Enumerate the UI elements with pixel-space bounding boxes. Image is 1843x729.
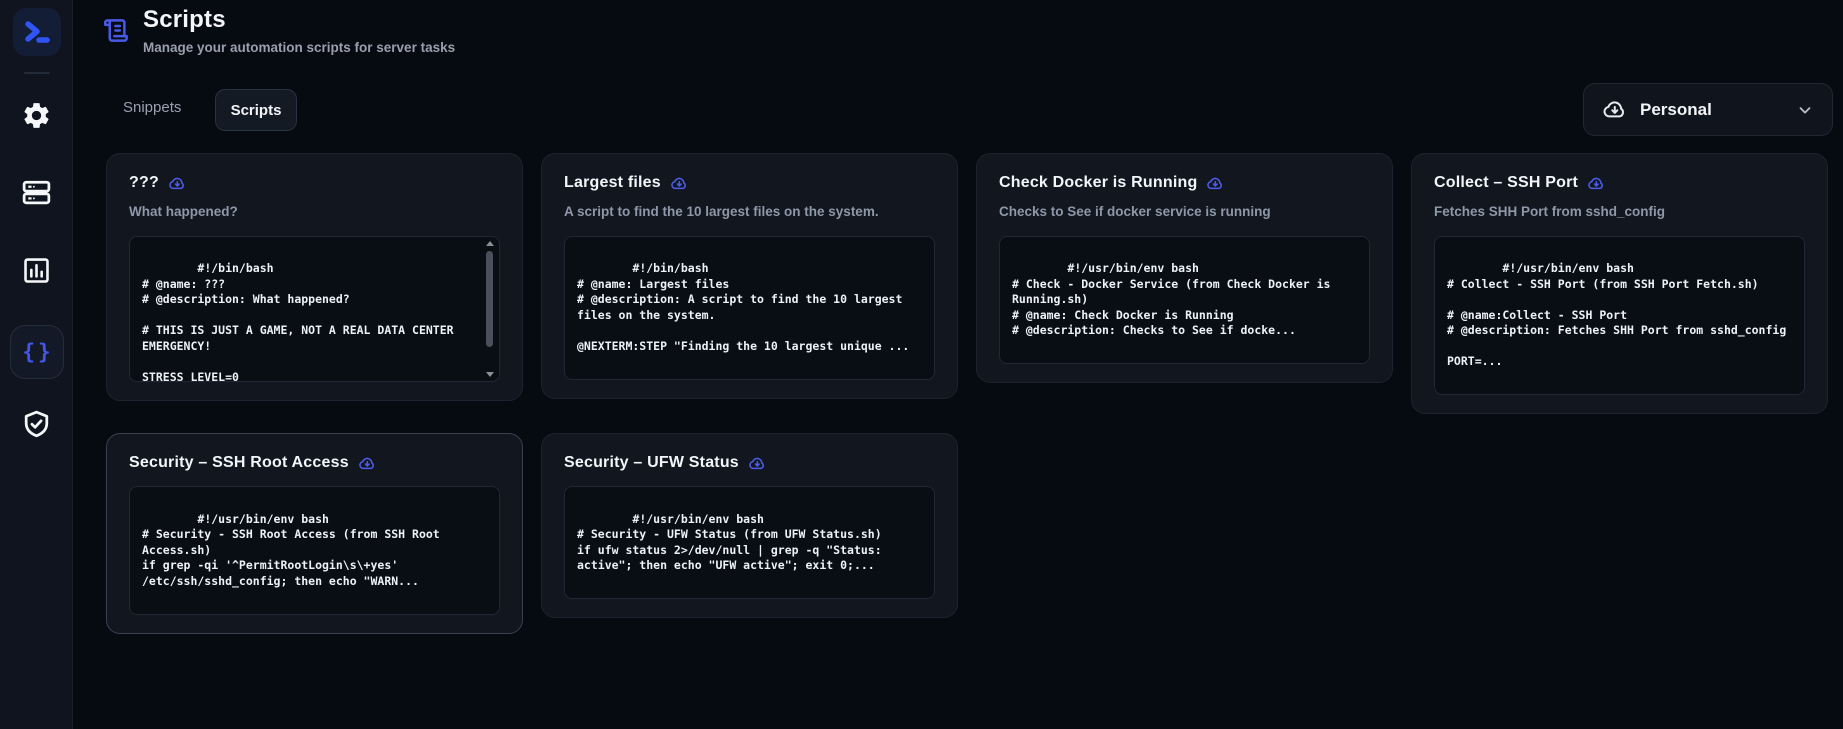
script-card-grid: ??? What happened? #!/bin/bash # @name: … (106, 153, 1828, 634)
sidebar-item-monitoring[interactable] (0, 255, 73, 286)
script-code-preview: #!/usr/bin/env bash # Security - SSH Roo… (129, 486, 500, 615)
code-scrollbar[interactable] (484, 239, 496, 379)
sidebar-item-snippets-active[interactable]: {} (0, 325, 73, 379)
cloud-sync-icon (670, 176, 689, 191)
script-card-title: Security – UFW Status (564, 454, 739, 472)
script-code-text: #!/usr/bin/env bash # Security - UFW Sta… (577, 512, 889, 573)
main-content: Scripts Manage your automation scripts f… (73, 0, 1843, 729)
script-card-title: Collect – SSH Port (1434, 174, 1578, 192)
sidebar-item-security[interactable] (0, 408, 73, 441)
app-logo[interactable] (0, 8, 73, 56)
scrollbar-thumb[interactable] (486, 251, 493, 347)
script-code-preview: #!/bin/bash # @name: ??? # @description:… (129, 236, 500, 382)
sidebar-divider (24, 72, 50, 74)
script-code-preview: #!/usr/bin/env bash # Security - UFW Sta… (564, 486, 935, 599)
script-card[interactable]: Check Docker is Running Checks to See if… (976, 153, 1393, 383)
script-card-title: Check Docker is Running (999, 174, 1197, 192)
page-title: Scripts (143, 6, 226, 34)
terminal-logo-icon (13, 8, 61, 56)
script-code-preview: #!/bin/bash # @name: Largest files # @de… (564, 236, 935, 380)
cloud-sync-icon (168, 176, 187, 191)
sidebar-item-servers[interactable] (0, 176, 73, 209)
script-card-description: Fetches SHH Port from sshd_config (1434, 202, 1769, 222)
script-card-title: Security – SSH Root Access (129, 454, 349, 472)
script-card[interactable]: Security – UFW Status #!/usr/bin/env bas… (541, 433, 958, 618)
sidebar-item-settings[interactable] (0, 100, 73, 131)
script-code-text: #!/usr/bin/env bash # Check - Docker Ser… (1012, 261, 1337, 337)
script-code-preview: #!/usr/bin/env bash # Check - Docker Ser… (999, 236, 1370, 365)
cloud-sync-icon (1206, 176, 1225, 191)
script-card-description: What happened? (129, 202, 464, 222)
script-card[interactable]: Collect – SSH Port Fetches SHH Port from… (1411, 153, 1828, 414)
script-code-text: #!/bin/bash # @name: Largest files # @de… (577, 261, 909, 353)
cloud-sync-icon (358, 456, 377, 471)
script-code-text: #!/bin/bash # @name: ??? # @description:… (142, 261, 461, 382)
chevron-down-icon (1796, 101, 1814, 119)
script-card-title: Largest files (564, 174, 661, 192)
sidebar: {} (0, 0, 73, 729)
scrollbar-down-arrow[interactable] (486, 372, 494, 377)
script-code-text: #!/usr/bin/env bash # Collect - SSH Port… (1447, 261, 1786, 368)
gear-icon (21, 100, 52, 131)
script-card-description: Checks to See if docker service is runni… (999, 202, 1334, 222)
scroll-text-icon (103, 17, 130, 44)
cloud-sync-icon (748, 456, 767, 471)
script-card[interactable]: Security – SSH Root Access #!/usr/bin/en… (106, 433, 523, 634)
server-stack-icon (20, 176, 53, 209)
scope-label: Personal (1640, 100, 1796, 120)
bar-chart-icon (21, 255, 52, 286)
script-card[interactable]: Largest files A script to find the 10 la… (541, 153, 958, 399)
script-card-title: ??? (129, 174, 159, 192)
scrollbar-up-arrow[interactable] (486, 241, 494, 246)
script-code-preview: #!/usr/bin/env bash # Collect - SSH Port… (1434, 236, 1805, 396)
page-subtitle: Manage your automation scripts for serve… (143, 40, 455, 55)
script-card[interactable]: ??? What happened? #!/bin/bash # @name: … (106, 153, 523, 401)
scope-dropdown[interactable]: Personal (1583, 83, 1833, 136)
cloud-sync-icon (1587, 176, 1606, 191)
script-card-description: A script to find the 10 largest files on… (564, 202, 899, 222)
cloud-sync-icon (1602, 99, 1628, 120)
tab-snippets[interactable]: Snippets (123, 99, 181, 116)
script-code-text: #!/usr/bin/env bash # Security - SSH Roo… (142, 512, 447, 588)
tab-scripts[interactable]: Scripts (215, 89, 297, 131)
shield-check-icon (20, 408, 53, 441)
curly-braces-icon: {} (19, 340, 53, 364)
